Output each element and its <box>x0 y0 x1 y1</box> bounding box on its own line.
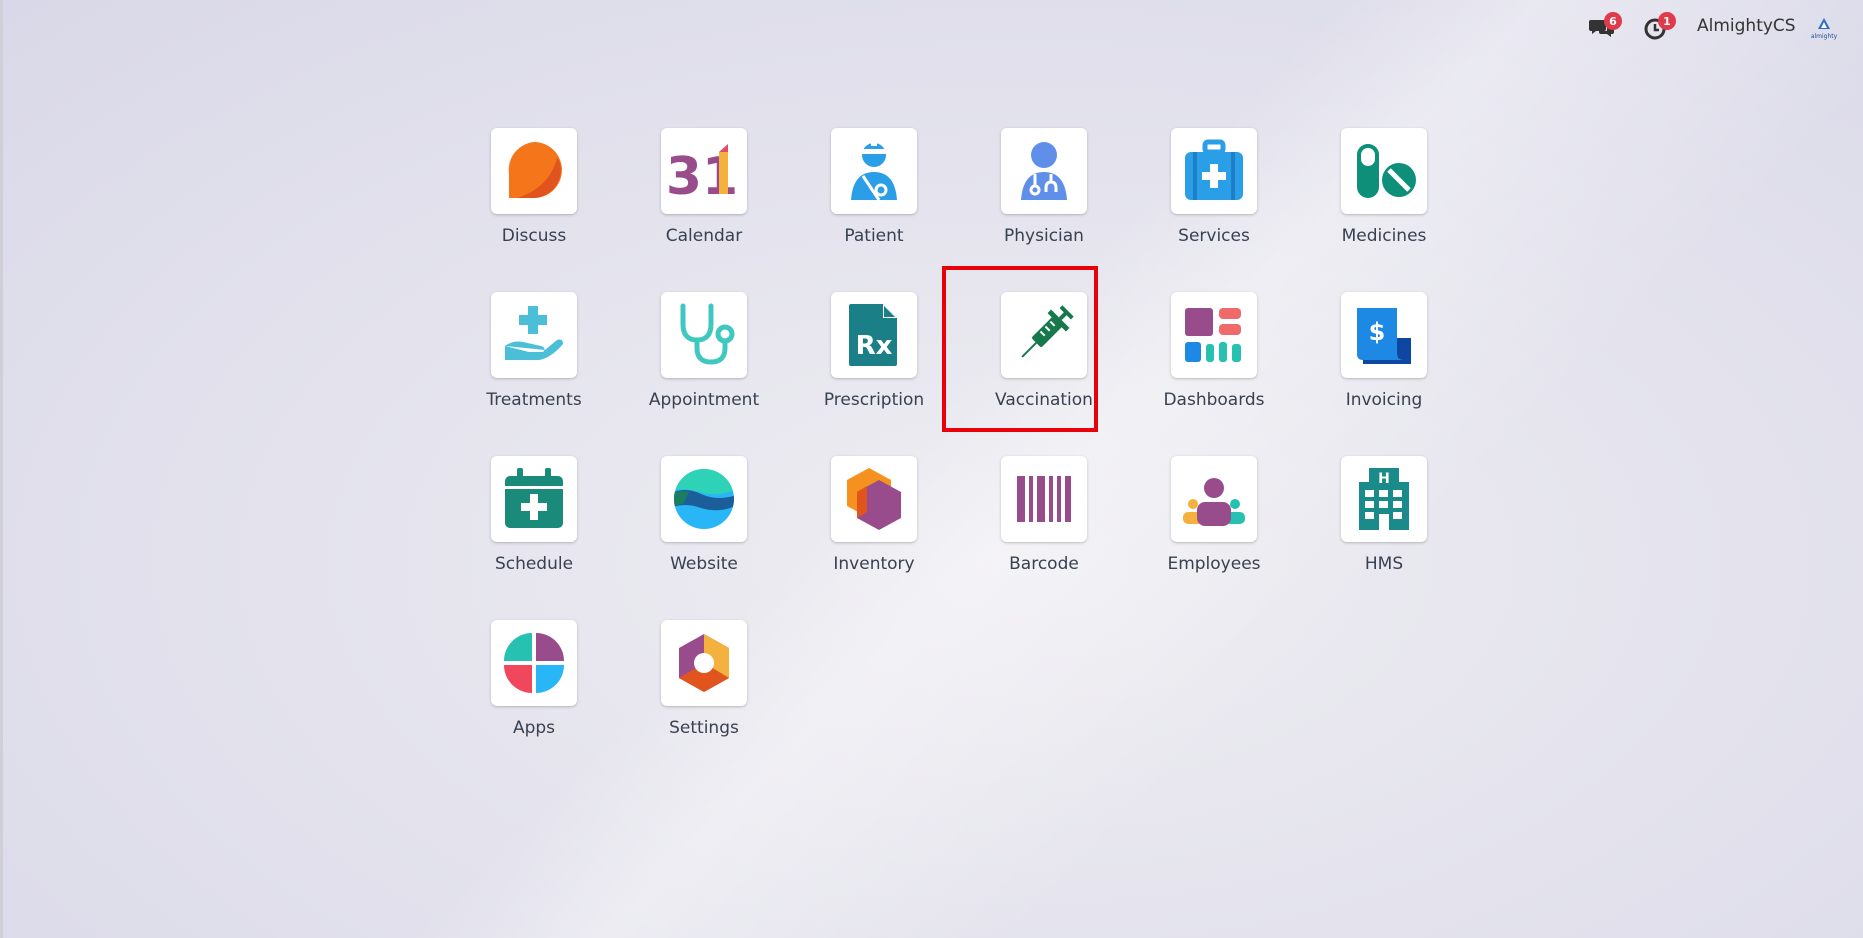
prescription-icon-text: Rx <box>856 331 893 361</box>
app-treatments[interactable]: Treatments <box>449 292 619 456</box>
app-schedule[interactable]: Schedule <box>449 456 619 620</box>
patient-icon <box>851 140 897 201</box>
treatments-icon <box>505 306 563 360</box>
app-medicines[interactable]: Medicines <box>1299 128 1469 292</box>
app-tile[interactable] <box>491 456 577 542</box>
invoicing-icon: $ <box>1357 308 1411 364</box>
activities-button[interactable]: 1 <box>1640 12 1680 44</box>
app-invoicing[interactable]: $ Invoicing <box>1299 292 1469 456</box>
app-tile[interactable] <box>831 456 917 542</box>
dashboards-icon <box>1185 308 1241 362</box>
app-label: Prescription <box>823 390 925 410</box>
activities-badge: 1 <box>1658 12 1676 30</box>
app-calendar[interactable]: 31 Calendar <box>619 128 789 292</box>
schedule-icon <box>505 468 563 528</box>
physician-icon <box>1021 142 1067 200</box>
app-label: Inventory <box>833 554 915 574</box>
window-left-edge <box>0 0 3 938</box>
app-tile[interactable] <box>831 128 917 214</box>
app-tile[interactable] <box>1001 456 1087 542</box>
app-tile[interactable] <box>1171 292 1257 378</box>
medicines-icon <box>1357 144 1416 198</box>
app-barcode[interactable]: Barcode <box>959 456 1129 620</box>
app-prescription[interactable]: Rx Prescription <box>789 292 959 456</box>
app-tile[interactable]: H <box>1341 456 1427 542</box>
barcode-icon <box>1017 476 1071 522</box>
app-label: Treatments <box>486 390 582 410</box>
app-patient[interactable]: Patient <box>789 128 959 292</box>
app-label: Invoicing <box>1345 390 1423 410</box>
app-label: Apps <box>512 718 556 738</box>
employees-icon <box>1183 478 1245 526</box>
app-label: Calendar <box>665 226 743 246</box>
app-label: Physician <box>1004 226 1084 246</box>
app-tile[interactable] <box>661 292 747 378</box>
app-grid: Discuss 31 Calendar Patient Physician Se… <box>449 128 1469 784</box>
app-tile[interactable]: Rx <box>831 292 917 378</box>
company-logo-text: almighty <box>1811 33 1838 40</box>
app-hms[interactable]: H HMS <box>1299 456 1469 620</box>
user-menu-name[interactable]: AlmightyCS <box>1697 16 1796 36</box>
app-label: Settings <box>669 718 739 738</box>
website-icon <box>674 469 734 529</box>
app-label: Medicines <box>1341 226 1427 246</box>
services-icon <box>1185 139 1243 200</box>
app-tile[interactable] <box>1171 128 1257 214</box>
app-appointment[interactable]: Appointment <box>619 292 789 456</box>
app-tile[interactable] <box>661 620 747 706</box>
hms-icon-text: H <box>1378 471 1390 487</box>
discuss-icon <box>508 142 562 199</box>
app-website[interactable]: Website <box>619 456 789 620</box>
app-label: Services <box>1178 226 1250 246</box>
messages-badge: 6 <box>1604 12 1622 30</box>
app-tile[interactable] <box>1001 128 1087 214</box>
app-tile[interactable]: $ <box>1341 292 1427 378</box>
apps-icon <box>504 633 564 693</box>
vaccination-highlight-box <box>942 266 1098 432</box>
app-label: Dashboards <box>1163 390 1265 410</box>
app-tile[interactable] <box>1341 128 1427 214</box>
app-label: HMS <box>1364 554 1404 574</box>
app-inventory[interactable]: Inventory <box>789 456 959 620</box>
app-tile[interactable] <box>1171 456 1257 542</box>
app-dashboards[interactable]: Dashboards <box>1129 292 1299 456</box>
company-logo-icon[interactable]: almighty <box>1808 14 1840 42</box>
hospital-icon: H <box>1359 468 1409 530</box>
app-apps[interactable]: Apps <box>449 620 619 784</box>
appointment-icon <box>680 303 735 365</box>
inventory-icon <box>847 468 901 530</box>
app-label: Schedule <box>494 554 574 574</box>
app-services[interactable]: Services <box>1129 128 1299 292</box>
app-employees[interactable]: Employees <box>1129 456 1299 620</box>
app-tile[interactable] <box>491 292 577 378</box>
messages-button[interactable]: 6 <box>1586 12 1626 44</box>
app-label: Website <box>670 554 738 574</box>
app-label: Barcode <box>1009 554 1079 574</box>
app-label: Discuss <box>501 226 567 246</box>
app-label: Patient <box>844 226 904 246</box>
settings-icon <box>679 634 729 692</box>
app-discuss[interactable]: Discuss <box>449 128 619 292</box>
app-tile[interactable]: 31 <box>661 128 747 214</box>
app-tile[interactable] <box>661 456 747 542</box>
invoicing-icon-text: $ <box>1369 318 1386 346</box>
app-label: Employees <box>1167 554 1261 574</box>
app-label: Appointment <box>648 390 760 410</box>
app-tile[interactable] <box>491 620 577 706</box>
app-tile[interactable] <box>491 128 577 214</box>
prescription-icon: Rx <box>849 304 897 366</box>
calendar-icon: 31 <box>669 144 738 206</box>
app-settings[interactable]: Settings <box>619 620 789 784</box>
